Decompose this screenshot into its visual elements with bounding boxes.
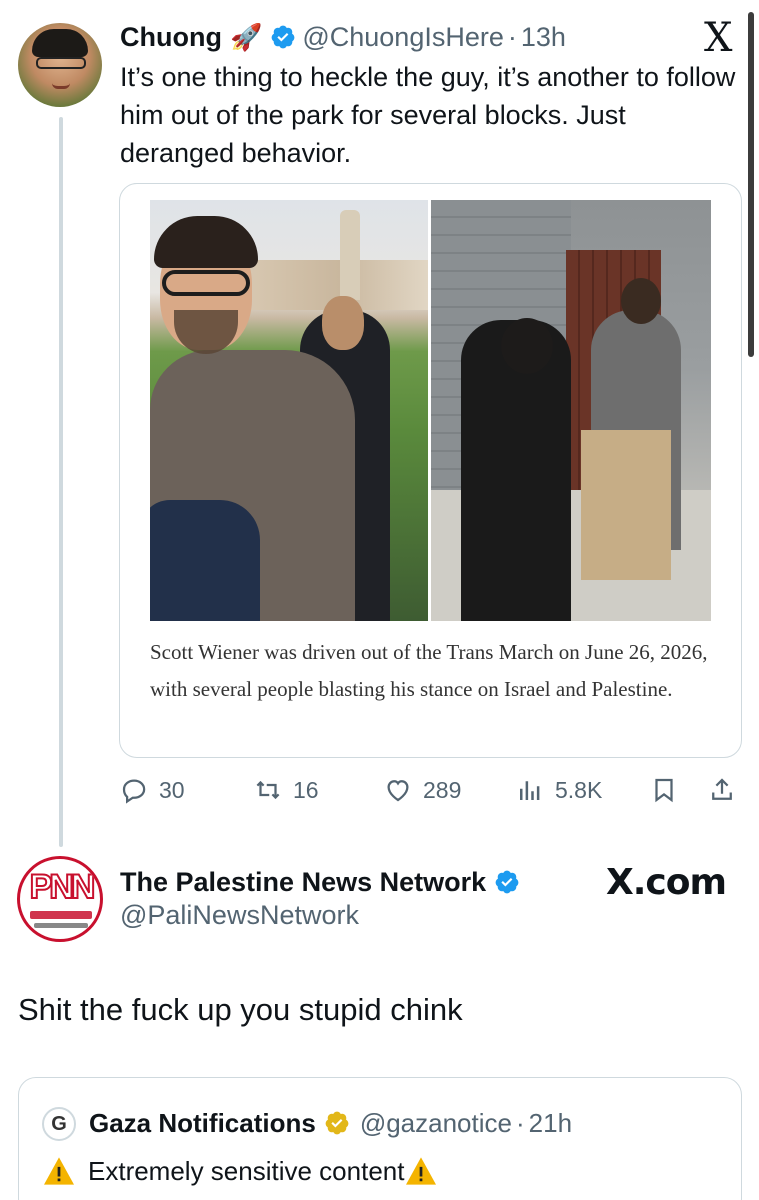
quoted-header: Gaza Notifications @gazanotice · 21h [89, 1105, 572, 1141]
thread-connector-line [59, 117, 63, 847]
pnn-logo-text: PNN [29, 867, 97, 907]
reply-author-row: The Palestine News Network [120, 864, 520, 900]
reply-count: 30 [159, 776, 185, 803]
reply-author-name[interactable]: The Palestine News Network [120, 867, 486, 898]
reply-text: Shit the fuck up you stupid chink [18, 992, 463, 1027]
timestamp[interactable]: 13h [521, 22, 566, 53]
warning-icon [406, 1157, 437, 1185]
repost-count: 16 [293, 776, 319, 803]
reply-button[interactable]: 30 [119, 772, 185, 808]
verified-icon [495, 870, 519, 894]
reply-author-handle[interactable]: @PaliNewsNetwork [120, 900, 359, 931]
author-avatar[interactable] [18, 23, 102, 107]
reply-icon [122, 779, 146, 804]
action-bar: 30 16 289 5.8K [119, 772, 744, 808]
pnn-avatar[interactable]: PNN [17, 856, 103, 942]
quoted-timestamp[interactable]: 21h [529, 1108, 572, 1139]
like-button[interactable]: 289 [383, 772, 461, 808]
tweet-text: It’s one thing to heckle the guy, it’s a… [120, 62, 736, 168]
tweet-header: Chuong 🚀 @ChuongIsHere · 13h [120, 19, 566, 55]
share-icon [712, 778, 732, 800]
quoted-author-handle[interactable]: @gazanotice [360, 1108, 512, 1139]
rocket-emoji: 🚀 [229, 21, 263, 52]
sensitive-warning: Extremely sensitive content [42, 1153, 438, 1189]
views-count: 5.8K [555, 776, 603, 803]
share-button[interactable] [707, 772, 737, 808]
separator-dot: · [515, 1107, 525, 1138]
views-icon [520, 781, 540, 800]
bookmark-icon [655, 778, 673, 803]
separator-dot: · [507, 21, 517, 52]
verified-icon [271, 25, 295, 49]
repost-button[interactable]: 16 [253, 772, 319, 808]
bookmark-button[interactable] [649, 772, 679, 808]
scrollbar[interactable] [748, 12, 754, 357]
quoted-avatar[interactable]: G [42, 1107, 76, 1141]
warning-text: Extremely sensitive content [88, 1155, 405, 1186]
x-com-watermark: X.com [606, 862, 727, 903]
article-photo[interactable] [150, 200, 711, 621]
x-logo-icon: X [704, 15, 733, 61]
warning-icon [44, 1157, 74, 1185]
author-handle[interactable]: @ChuongIsHere [302, 22, 504, 53]
card-caption: Scott Wiener was driven out of the Trans… [150, 640, 708, 701]
like-icon [387, 780, 409, 802]
like-count: 289 [423, 776, 462, 803]
repost-icon [256, 780, 280, 800]
quoted-author-name[interactable]: Gaza Notifications [89, 1108, 316, 1139]
author-name[interactable]: Chuong [120, 22, 222, 53]
views-button[interactable]: 5.8K [515, 772, 602, 808]
gold-verified-icon [325, 1111, 349, 1135]
